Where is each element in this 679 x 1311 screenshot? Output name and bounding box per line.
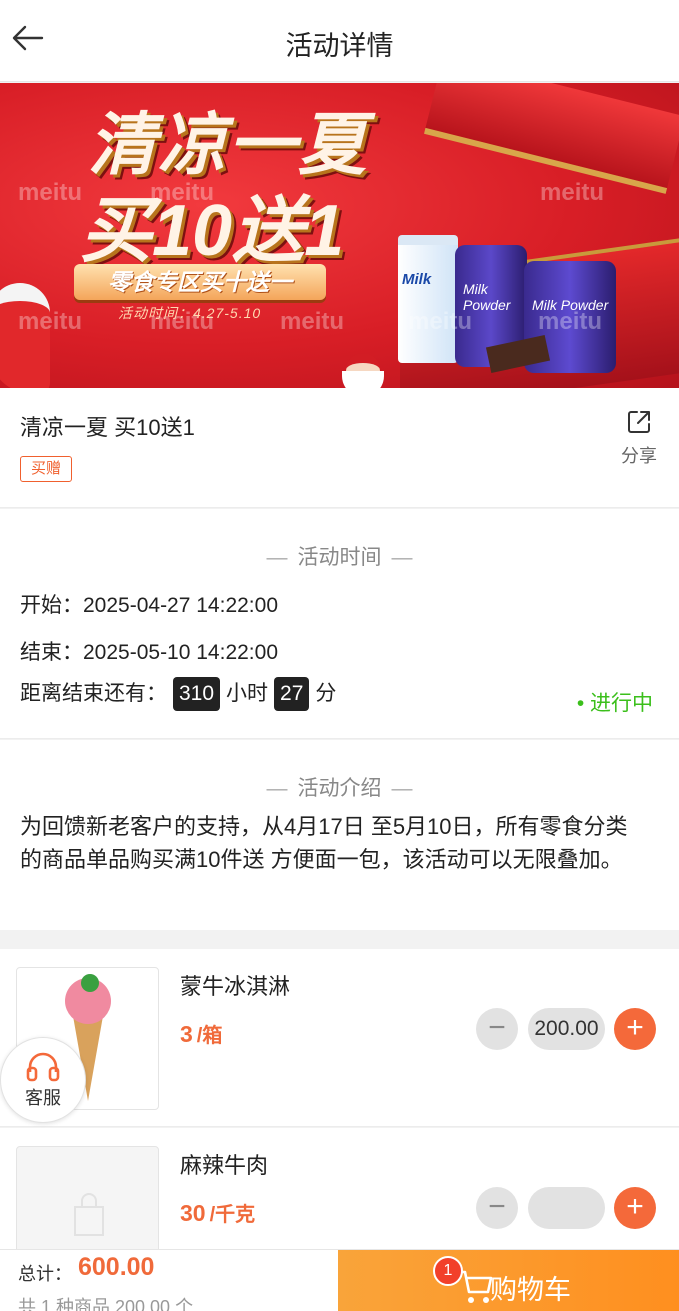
start-value: 2025-04-27 14:22:00 — [83, 594, 278, 617]
santa-image — [338, 345, 388, 388]
top-bar: 活动详情 — [0, 0, 679, 82]
product-item[interactable]: 蒙牛冰淇淋 3/箱 − 200.00 + — [0, 949, 679, 1127]
countdown-label: 距离结束还有： — [20, 682, 167, 705]
headset-icon — [26, 1052, 60, 1082]
end-value: 2025-05-10 14:22:00 — [83, 641, 278, 664]
total-value: 600.00 — [78, 1253, 155, 1281]
minutes-unit: 分 — [315, 682, 337, 705]
start-label: 开始： — [20, 594, 83, 617]
cart-label: 购物车 — [490, 1275, 571, 1305]
start-time-row: 开始：2025-04-27 14:22:00 — [20, 589, 278, 619]
countdown-minutes: 27 — [274, 677, 310, 712]
decrease-button[interactable]: − — [476, 1008, 518, 1050]
share-label: 分享 — [621, 446, 657, 466]
activity-info: 清凉一夏 买10送1 买赠 分享 — [0, 388, 679, 508]
cart-summary: 共 1 种商品 200.00 个 — [18, 1297, 194, 1311]
watermark: meitu — [540, 179, 605, 206]
watermark: meitu — [538, 308, 603, 335]
intro-text: 为回馈新老客户的支持，从4月17日 至5月10日，所有零食分类的商品单品购买满1… — [20, 814, 628, 872]
activity-name: 清凉一夏 买10送1 — [20, 415, 195, 440]
hours-unit: 小时 — [226, 682, 269, 705]
gift-lid-image — [424, 83, 679, 194]
increase-button[interactable]: + — [614, 1008, 656, 1050]
product-price: 30/千克 — [180, 1200, 256, 1226]
watermark: meitu — [408, 308, 473, 335]
banner-subheadline: 买10送1 — [80, 191, 345, 271]
section-title: — 活动介绍 — — [266, 777, 413, 800]
activity-intro-section: — 活动介绍 — 为回馈新老客户的支持，从4月17日 至5月10日，所有零食分类的商… — [0, 740, 679, 930]
watermark: meitu — [280, 308, 345, 335]
watermark: meitu — [18, 179, 83, 206]
promo-banner: Milk Milk Powder Milk Powder meitu meitu… — [0, 83, 679, 388]
activity-time-section: — 活动时间 — 开始：2025-04-27 14:22:00 结束：2025-05… — [0, 509, 679, 739]
quantity-field[interactable]: 200.00 — [528, 1008, 605, 1050]
countdown-row: 距离结束还有： 310 小时 27 分 — [20, 677, 337, 712]
status-badge: • 进行中 — [576, 692, 653, 715]
section-title: — 活动时间 — — [266, 546, 413, 569]
watermark: meitu — [18, 308, 83, 335]
customer-service-button[interactable]: 客服 — [0, 1037, 86, 1123]
activity-tag: 买赠 — [20, 456, 73, 482]
share-icon — [628, 411, 650, 433]
cart-button[interactable]: 1 购物车 — [338, 1250, 679, 1311]
countdown-hours: 310 — [173, 677, 221, 712]
share-button[interactable]: 分享 — [617, 408, 661, 468]
cart-badge: 1 — [433, 1256, 463, 1286]
banner-ribbon: 零食专区买十送一 — [74, 264, 326, 300]
total-label: 总计： — [18, 1264, 72, 1284]
quantity-field[interactable] — [528, 1187, 605, 1229]
end-label: 结束： — [20, 641, 83, 664]
end-time-row: 结束：2025-05-10 14:22:00 — [20, 636, 278, 666]
bottom-bar: 总计： 600.00 共 1 种商品 200.00 个 1 购物车 — [0, 1249, 679, 1311]
milk-carton-image: Milk — [398, 235, 458, 363]
page-title: 活动详情 — [285, 31, 394, 61]
customer-service-label: 客服 — [25, 1088, 61, 1108]
product-name: 麻辣牛肉 — [180, 1153, 269, 1178]
banner-time: 活动时间：4.27-5.10 — [118, 305, 262, 321]
product-name: 蒙牛冰淇淋 — [180, 974, 291, 999]
decrease-button[interactable]: − — [476, 1187, 518, 1229]
increase-button[interactable]: + — [614, 1187, 656, 1229]
product-price: 3/箱 — [180, 1021, 223, 1047]
bag-icon — [74, 1193, 104, 1236]
